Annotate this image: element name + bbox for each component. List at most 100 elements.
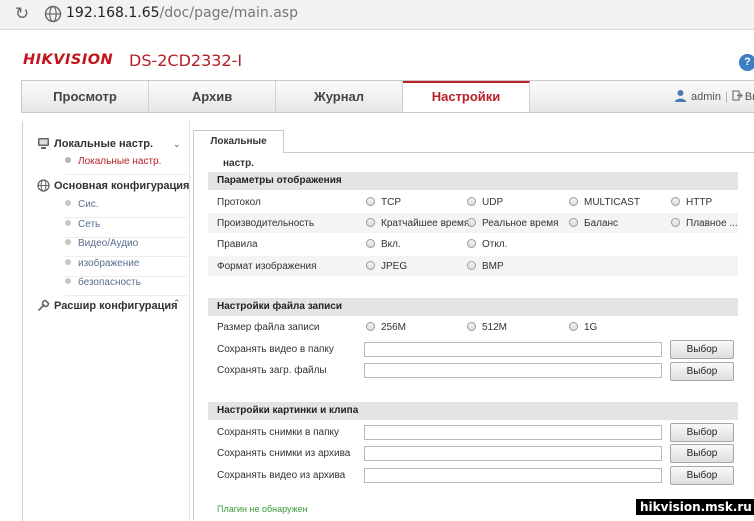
section-record-settings: Настройки файла записи [208,298,738,316]
radio-protocol-multicast[interactable]: MULTICAST [569,197,640,208]
bullet-icon [65,157,71,163]
save-snapshots-archive-browse-button[interactable]: Выбор [670,444,734,463]
reload-icon[interactable]: ↻ [12,4,32,24]
radio-perf-shortest[interactable]: Кратчайшее время [366,218,469,229]
radio-rules-off[interactable]: Откл. [467,239,507,250]
user-area: admin| Выход [674,89,754,103]
globe-icon [44,5,62,23]
url-text[interactable]: 192.168.1.65/doc/page/main.asp [66,5,298,21]
url-path: /doc/page/main.asp [159,5,298,21]
save-downloads-browse-button[interactable]: Выбор [670,362,734,381]
radio-label: Баланс [584,218,619,229]
save-video-archive-path-field[interactable] [364,468,662,483]
radio-rules-on[interactable]: Вкл. [366,239,401,250]
radio-format-bmp[interactable]: BMP [467,261,504,272]
sidebar-item-system[interactable]: Сис. [65,199,187,218]
radio-label: 256M [381,322,407,333]
radio-size-256m[interactable]: 256M [366,322,406,333]
sidebar-item-security[interactable]: безопасность [65,277,187,296]
bullet-icon [65,220,71,226]
sidebar-group-local-label: Локальные настр. [54,138,154,150]
radio-format-jpeg[interactable]: JPEG [366,261,407,272]
radio-size-512m[interactable]: 512M [467,322,507,333]
radio-perf-smooth[interactable]: Плавное ... [671,218,738,229]
sidebar-item-label: Локальные настр. [78,156,162,167]
sidebar-item-label: изображение [78,258,140,269]
tab-preview[interactable]: Просмотр [22,81,149,112]
tab-local-settings[interactable]: Локальные настр. [193,130,284,169]
globe-icon [37,179,50,192]
tab-archive[interactable]: Архив [149,81,276,112]
radio-circle [671,197,680,206]
save-video-archive-label: Сохранять видео из архива [217,470,346,481]
sidebar-item-label: безопасность [78,277,141,288]
chevron-up-icon[interactable]: ⌃ [173,298,181,309]
logout-link[interactable]: Выход [745,91,754,103]
save-video-archive-browse-button[interactable]: Выбор [670,466,734,485]
tab-log[interactable]: Журнал [276,81,403,112]
save-snapshots-label: Сохранять снимки в папку [217,427,339,438]
sidebar-item-local-settings[interactable]: Локальные настр. [65,156,187,175]
brand-logo: HIKVISION [23,52,114,68]
save-snapshots-path-field[interactable] [364,425,662,440]
save-snapshots-archive-label: Сохранять снимки из архива [217,448,351,459]
radio-label: Кратчайшее время [381,218,470,229]
radio-size-1g[interactable]: 1G [569,322,597,333]
radio-label: BMP [482,261,504,272]
browser-address-bar: ↻ 192.168.1.65/doc/page/main.asp [0,0,754,30]
radio-circle [671,218,680,227]
save-snapshots-browse-button[interactable]: Выбор [670,423,734,442]
save-snapshots-archive-path-field[interactable] [364,446,662,461]
logout-icon[interactable] [732,90,743,101]
sidebar-item-network[interactable]: Сеть [65,219,187,238]
wrench-icon [38,299,50,311]
url-host: 192.168.1.65 [66,5,160,21]
save-video-browse-button[interactable]: Выбор [670,340,734,359]
user-separator: | [724,91,728,103]
radio-label: HTTP [686,197,713,208]
user-icon [675,90,686,102]
sidebar-group-advanced[interactable]: Расшир конфигурация [37,299,178,312]
section-display-params: Параметры отображения [208,172,738,190]
save-video-label: Сохранять видео в папку [217,344,334,355]
radio-circle [467,218,476,227]
radio-label: 512M [482,322,508,333]
radio-perf-realtime[interactable]: Реальное время [467,218,559,229]
radio-label: TCP [381,197,401,208]
tab-settings[interactable]: Настройки [403,81,530,112]
settings-sidebar: Локальные настр. ⌄ Локальные настр. Осно… [22,121,190,521]
radio-label: MULTICAST [584,197,640,208]
sidebar-item-label: Сеть [78,219,101,230]
radio-protocol-http[interactable]: HTTP [671,197,712,208]
rules-label: Правила [217,239,258,250]
bullet-icon [65,259,71,265]
sidebar-item-video-audio[interactable]: Видео/Аудио [65,238,187,257]
bullet-icon [65,200,71,206]
image-format-label: Формат изображения [217,261,317,272]
radio-perf-balance[interactable]: Баланс [569,218,618,229]
sidebar-item-label: Сис. [78,199,99,210]
sidebar-group-basic-label: Основная конфигурация [54,180,190,192]
device-model: DS-2CD2332-I [129,51,243,70]
section-picture-settings: Настройки картинки и клипа [208,402,738,420]
radio-circle [366,218,375,227]
sidebar-item-label: Видео/Аудио [78,238,139,249]
radio-protocol-udp[interactable]: UDP [467,197,503,208]
monitor-icon [38,138,49,149]
sidebar-group-local[interactable]: Локальные настр. [37,137,153,150]
sidebar-group-advanced-label: Расшир конфигурация [54,300,178,312]
file-size-label: Размер файла записи [217,322,320,333]
performance-label: Производительность [217,218,315,229]
sidebar-item-image[interactable]: изображение [65,258,187,277]
save-downloads-path-field[interactable] [364,363,662,378]
radio-label: Вкл. [381,239,401,250]
radio-protocol-tcp[interactable]: TCP [366,197,401,208]
chevron-down-icon[interactable]: ⌄ [173,139,181,150]
sidebar-group-basic[interactable]: Основная конфигурация [37,179,189,192]
help-icon[interactable]: ? [739,54,754,71]
radio-circle [467,197,476,206]
save-video-path-field[interactable] [364,342,662,357]
save-downloads-label: Сохранять загр. файлы [217,365,327,376]
bullet-icon [65,278,71,284]
chevron-down-icon[interactable]: ⌄ [173,181,181,192]
